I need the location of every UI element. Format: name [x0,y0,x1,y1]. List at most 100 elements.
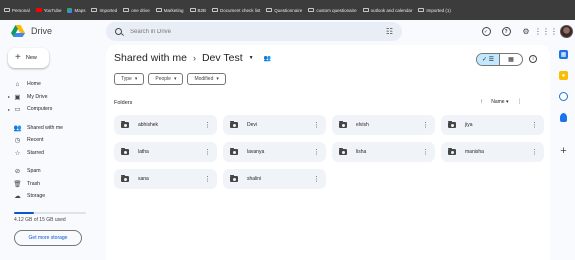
bookmark-item[interactable]: Imported [91,8,117,13]
more-actions-icon[interactable]: ⋮ [422,149,429,156]
avatar[interactable] [560,25,573,38]
sidebar-item-label: Storage [27,193,46,200]
shared-folder-icon [448,147,456,155]
folder-name: shalini [247,176,262,182]
bookmark-item[interactable]: Personal [4,8,30,13]
filter-people[interactable]: People ▾ [148,73,184,85]
more-actions-icon[interactable]: ⋮ [313,176,320,183]
search-input[interactable] [130,28,350,35]
help-icon[interactable]: ? [500,26,512,38]
more-actions-icon[interactable]: ⋮ [531,149,538,156]
add-addon-icon[interactable]: + [559,145,568,157]
youtube-icon [35,7,42,13]
folder-card[interactable]: Devi ⋮ [223,115,326,135]
more-actions-icon[interactable]: ⋮ [204,149,211,156]
filter-type[interactable]: Type ▾ [114,73,145,85]
list-view-button[interactable]: ✓ ☰ [477,54,499,65]
folder-card[interactable]: elvish ⋮ [332,115,435,135]
sort-controls: ↑ Name ▾ ⋮ [480,98,523,105]
folder-card[interactable]: lavanya ⋮ [223,142,326,162]
sidebar-item-computers[interactable]: ▸ ▭ Computers [0,103,100,116]
drive-logo-icon [11,25,25,37]
folder-name: sana [138,176,149,182]
bookmark-item[interactable]: Maps [67,7,86,13]
sidebar-item-home[interactable]: ⌂ Home [0,78,100,91]
sidebar-item-label: Recent [27,137,44,144]
bookmark-item[interactable]: Questionnaire [266,8,302,13]
more-actions-icon[interactable]: ⋮ [313,149,320,156]
folder-name: latha [138,149,149,155]
folder-name: Devi [247,122,258,128]
tasks-icon[interactable] [559,92,568,101]
more-options-icon[interactable]: ⋮ [517,98,523,105]
home-icon: ⌂ [15,80,20,88]
folder-icon [308,7,315,13]
bookmark-label: custom questionaire [316,7,357,13]
more-actions-icon[interactable]: ⋮ [204,122,211,129]
new-button[interactable]: + New [8,48,49,68]
maps-icon [67,7,73,13]
search-bar[interactable]: ☷ [106,22,402,41]
folder-card[interactable]: manisha ⋮ [441,142,544,162]
folder-name: manisha [465,149,484,155]
sidebar-item-my-drive[interactable]: ▸ ▣ My Drive [0,91,100,104]
filter-modified[interactable]: Modified ▾ [187,73,226,85]
bookmark-item[interactable]: custom questionaire [308,7,357,13]
bookmark-item[interactable]: one drive [123,8,150,13]
more-actions-icon[interactable]: ⋮ [313,122,320,129]
search-options-icon[interactable]: ☷ [386,27,393,36]
settings-gear-icon[interactable]: ⚙ [520,26,532,38]
bookmark-item[interactable]: Document check list [212,8,260,13]
calendar-icon[interactable]: ▦ [559,50,568,59]
folder-icon [212,7,219,13]
bookmark-item[interactable]: B2B [189,7,206,13]
breadcrumb-current[interactable]: Dev Test [202,52,243,64]
bookmark-item[interactable]: outlook and calendar [362,8,412,13]
search-icon[interactable] [115,28,122,35]
sidebar-item-recent[interactable]: ◷ Recent [0,134,100,147]
more-actions-icon[interactable]: ⋮ [204,176,211,183]
folder-card[interactable]: sana ⋮ [114,169,217,189]
expand-caret-icon[interactable]: ▸ [8,94,10,99]
drive-logo[interactable]: Drive [11,25,52,37]
sort-by-button[interactable]: Name ▾ [491,99,508,105]
plus-icon: + [15,52,21,63]
folder-card[interactable]: shalini ⋮ [223,169,326,189]
info-icon[interactable]: i [529,55,537,63]
more-actions-icon[interactable]: ⋮ [531,122,538,129]
expand-caret-icon[interactable]: ▸ [8,107,10,112]
bookmark-item[interactable]: YouTube [35,7,61,13]
app-name: Drive [31,26,53,36]
bookmark-item[interactable]: Imported (1) [418,8,451,13]
sidebar-item-starred[interactable]: ☆ Starred [0,147,100,160]
contacts-icon[interactable] [560,113,567,122]
keep-icon[interactable]: ● [559,71,568,80]
more-actions-icon[interactable]: ⋮ [422,122,429,129]
breadcrumb-parent[interactable]: Shared with me [114,52,187,64]
bookmark-label: Maps [74,7,86,13]
folder-card[interactable]: jiya ⋮ [441,115,544,135]
bookmark-label: one drive [131,7,150,13]
dropdown-arrow-icon[interactable]: ▼ [249,55,254,61]
sort-direction-arrow-icon[interactable]: ↑ [480,98,483,105]
sidebar-item-shared-with-me[interactable]: 👥 Shared with me [0,122,100,135]
shared-people-icon[interactable]: 👥 [264,55,271,62]
shared-folder-icon [230,147,238,155]
folder-name: elvish [356,122,369,128]
apps-grid-icon[interactable]: ⋮⋮⋮ [534,26,558,38]
bookmark-item[interactable]: Marketing [155,8,184,13]
folder-card[interactable]: latha ⋮ [114,142,217,162]
sidebar-item-spam[interactable]: ⊘ Spam [0,165,100,178]
sidebar-item-trash[interactable]: 🗑 Trash [0,178,100,191]
folder-name: lavanya [247,149,265,155]
folder-icon [266,7,273,13]
get-more-storage-button[interactable]: Get more storage [14,230,82,246]
sidebar-item-storage[interactable]: ☁ Storage [0,190,100,203]
shared-folder-icon [448,120,456,128]
folder-icon [189,7,196,13]
main-content: Shared with me › Dev Test ▼ 👥 ✓ ☰ ▦ i Ty… [106,45,550,260]
folder-card[interactable]: abhishek ⋮ [114,115,217,135]
grid-view-button[interactable]: ▦ [499,54,522,65]
folder-card[interactable]: lisha ⋮ [332,142,435,162]
offline-status-icon[interactable]: ✓ [480,26,492,38]
